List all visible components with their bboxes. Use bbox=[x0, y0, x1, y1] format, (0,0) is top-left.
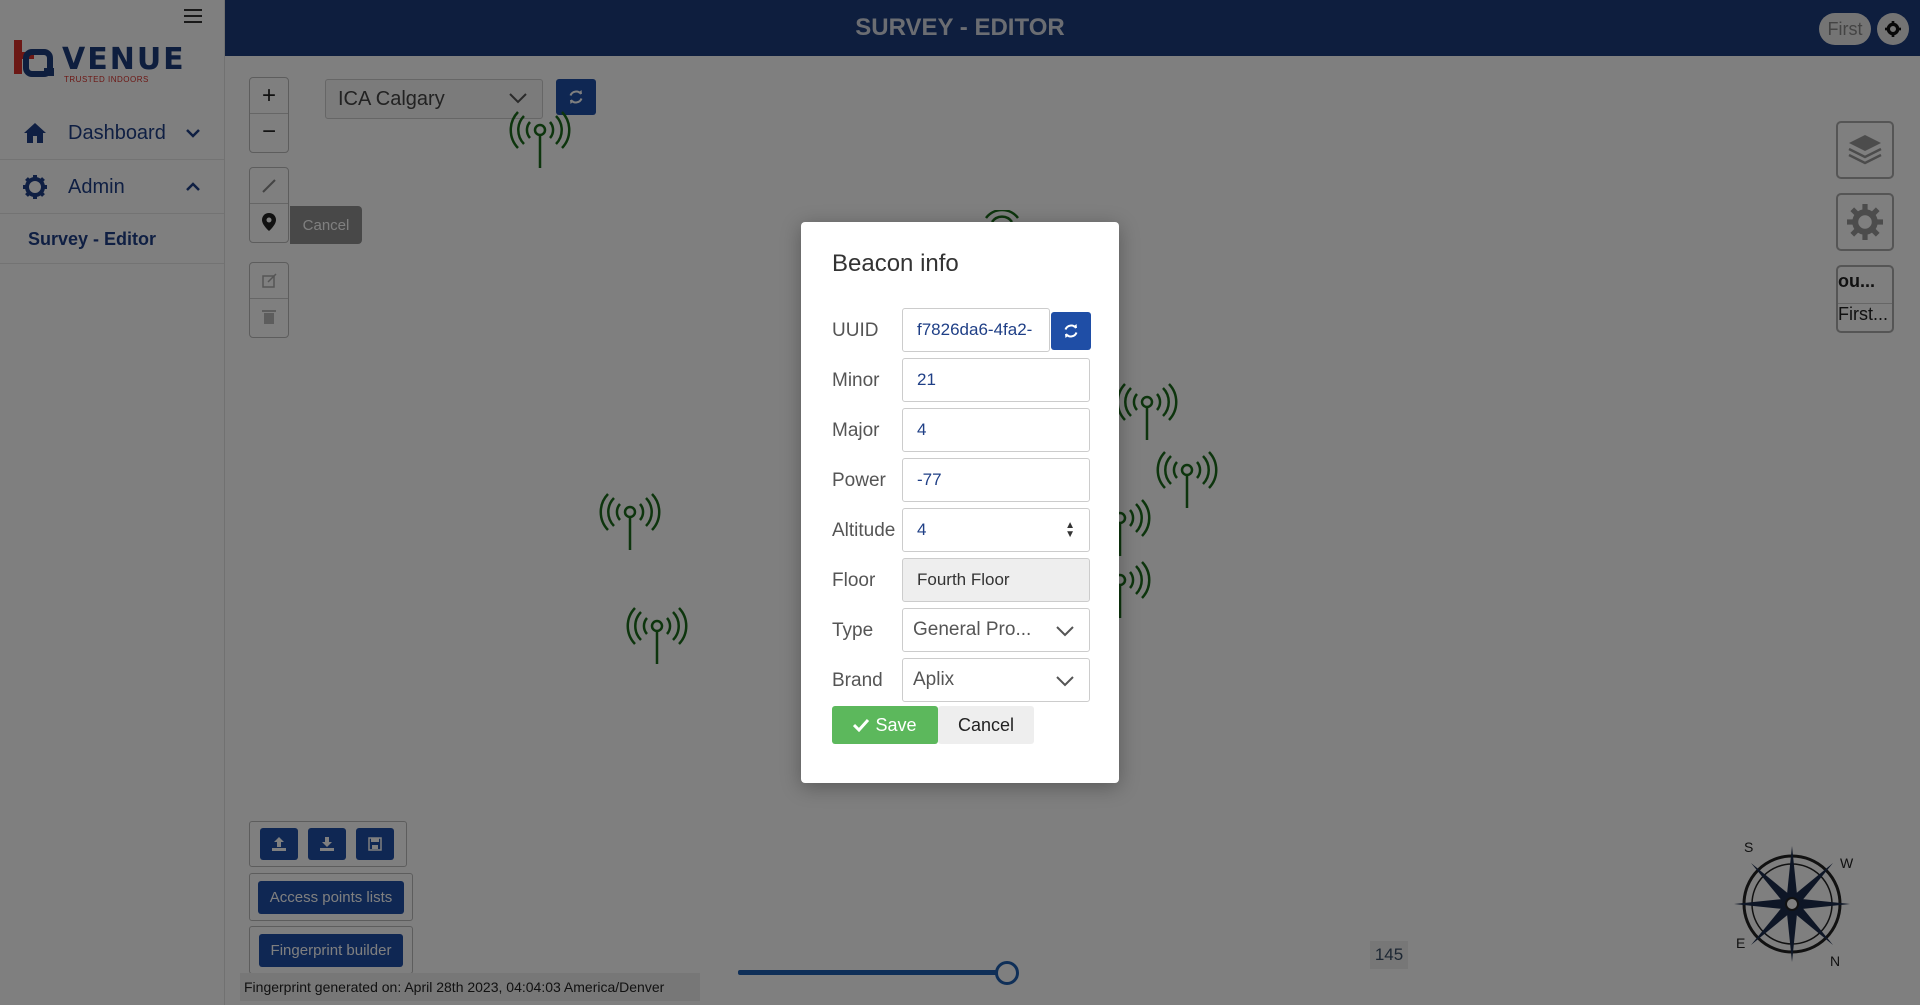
power-row: Power -77 bbox=[832, 458, 1092, 502]
altitude-field[interactable]: 4 ▲ ▼ bbox=[902, 508, 1090, 552]
refresh-icon bbox=[1064, 324, 1078, 338]
uuid-field[interactable]: f7826da6-4fa2- bbox=[902, 308, 1050, 352]
altitude-row: Altitude 4 ▲ ▼ bbox=[832, 508, 1092, 552]
brand-select-value: Aplix bbox=[913, 669, 955, 690]
type-row: Type General Pro... bbox=[832, 608, 1092, 652]
save-button-label: Save bbox=[875, 714, 917, 735]
cancel-button[interactable]: Cancel bbox=[938, 706, 1034, 744]
type-select-value: General Pro... bbox=[913, 619, 1032, 640]
major-label: Major bbox=[832, 420, 880, 441]
floor-row: Floor Fourth Floor bbox=[832, 558, 1092, 602]
modal-title: Beacon info bbox=[832, 250, 959, 277]
uuid-label: UUID bbox=[832, 320, 879, 341]
number-spinner-icon[interactable]: ▲ ▼ bbox=[1065, 521, 1075, 540]
power-label: Power bbox=[832, 470, 886, 491]
type-label: Type bbox=[832, 620, 874, 641]
minor-field[interactable]: 21 bbox=[902, 358, 1090, 402]
floor-field: Fourth Floor bbox=[902, 558, 1090, 602]
major-field[interactable]: 4 bbox=[902, 408, 1090, 452]
chevron-down-icon bbox=[1055, 621, 1075, 647]
brand-label: Brand bbox=[832, 670, 883, 691]
minor-label: Minor bbox=[832, 370, 880, 391]
brand-row: Brand Aplix bbox=[832, 658, 1092, 702]
altitude-value: 4 bbox=[917, 520, 927, 539]
major-row: Major 4 bbox=[832, 408, 1092, 452]
altitude-label: Altitude bbox=[832, 520, 896, 541]
floor-label: Floor bbox=[832, 570, 876, 591]
power-field[interactable]: -77 bbox=[902, 458, 1090, 502]
brand-select[interactable]: Aplix bbox=[902, 658, 1090, 702]
minor-row: Minor 21 bbox=[832, 358, 1092, 402]
checkmark-icon bbox=[853, 718, 870, 732]
beacon-info-modal: Beacon info UUID f7826da6-4fa2- Minor 21… bbox=[801, 222, 1119, 783]
regenerate-uuid-button[interactable] bbox=[1051, 312, 1091, 350]
uuid-row: UUID f7826da6-4fa2- bbox=[832, 308, 1092, 352]
type-select[interactable]: General Pro... bbox=[902, 608, 1090, 652]
save-button[interactable]: Save bbox=[832, 706, 938, 744]
chevron-down-icon bbox=[1055, 671, 1075, 697]
